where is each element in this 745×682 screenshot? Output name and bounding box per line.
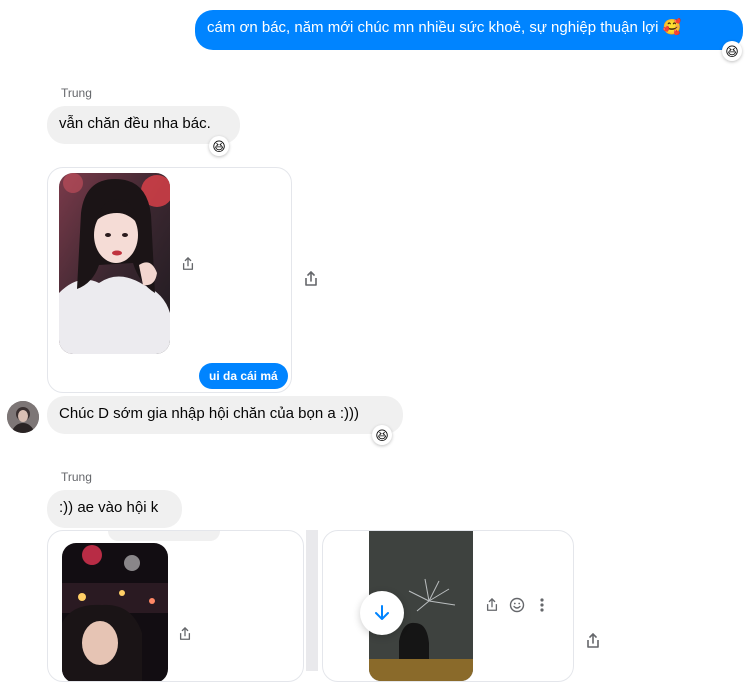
shared-story-card[interactable] <box>322 530 574 682</box>
incoming-message-bubble[interactable]: :)) ae vào hội k <box>47 490 182 528</box>
incoming-message-bubble[interactable]: Chúc D sớm gia nhập hội chăn của bọn a :… <box>47 396 403 434</box>
avatar[interactable] <box>7 401 39 433</box>
share-icon[interactable] <box>300 268 322 290</box>
laugh-reaction: 😆 <box>375 427 389 443</box>
quoted-bubble-edge <box>108 531 220 541</box>
laugh-reaction: 😆 <box>725 43 739 59</box>
divider <box>306 530 318 671</box>
arrow-down-icon <box>375 605 389 620</box>
story-photo[interactable] <box>62 543 168 681</box>
share-icon[interactable] <box>482 595 502 615</box>
smiley-icon[interactable] <box>506 594 528 616</box>
photo-fireworks-selfie-image <box>62 543 168 681</box>
reaction-badge[interactable]: 😆 <box>209 136 229 156</box>
shared-story-card[interactable] <box>47 530 304 682</box>
shared-story-card[interactable]: ui da cái má <box>47 167 292 393</box>
scroll-to-bottom-button[interactable] <box>360 591 404 635</box>
message-text: cám ơn bác, năm mới chúc mn nhiều sức kh… <box>207 19 682 36</box>
laugh-reaction: 😆 <box>212 138 226 154</box>
message-text: vẫn chăn đều nha bác. <box>59 115 211 132</box>
sender-name: Trung <box>61 470 92 484</box>
sender-name: Trung <box>61 86 92 100</box>
share-icon[interactable] <box>175 624 195 644</box>
share-icon[interactable] <box>582 630 604 652</box>
message-text: Chúc D sớm gia nhập hội chăn của bọn a :… <box>59 405 359 422</box>
outgoing-message-bubble[interactable]: cám ơn bác, năm mới chúc mn nhiều sức kh… <box>195 10 743 50</box>
story-photo[interactable] <box>59 173 170 354</box>
avatar-image <box>7 401 39 433</box>
message-text: :)) ae vào hội k <box>59 499 159 516</box>
share-icon[interactable] <box>178 254 198 274</box>
reaction-badge[interactable]: 😆 <box>372 425 392 445</box>
photo-portrait-image <box>59 173 170 354</box>
reaction-badge[interactable]: 😆 <box>722 41 742 61</box>
reply-chip[interactable]: ui da cái má <box>199 363 288 389</box>
more-vertical-icon[interactable] <box>533 594 551 616</box>
